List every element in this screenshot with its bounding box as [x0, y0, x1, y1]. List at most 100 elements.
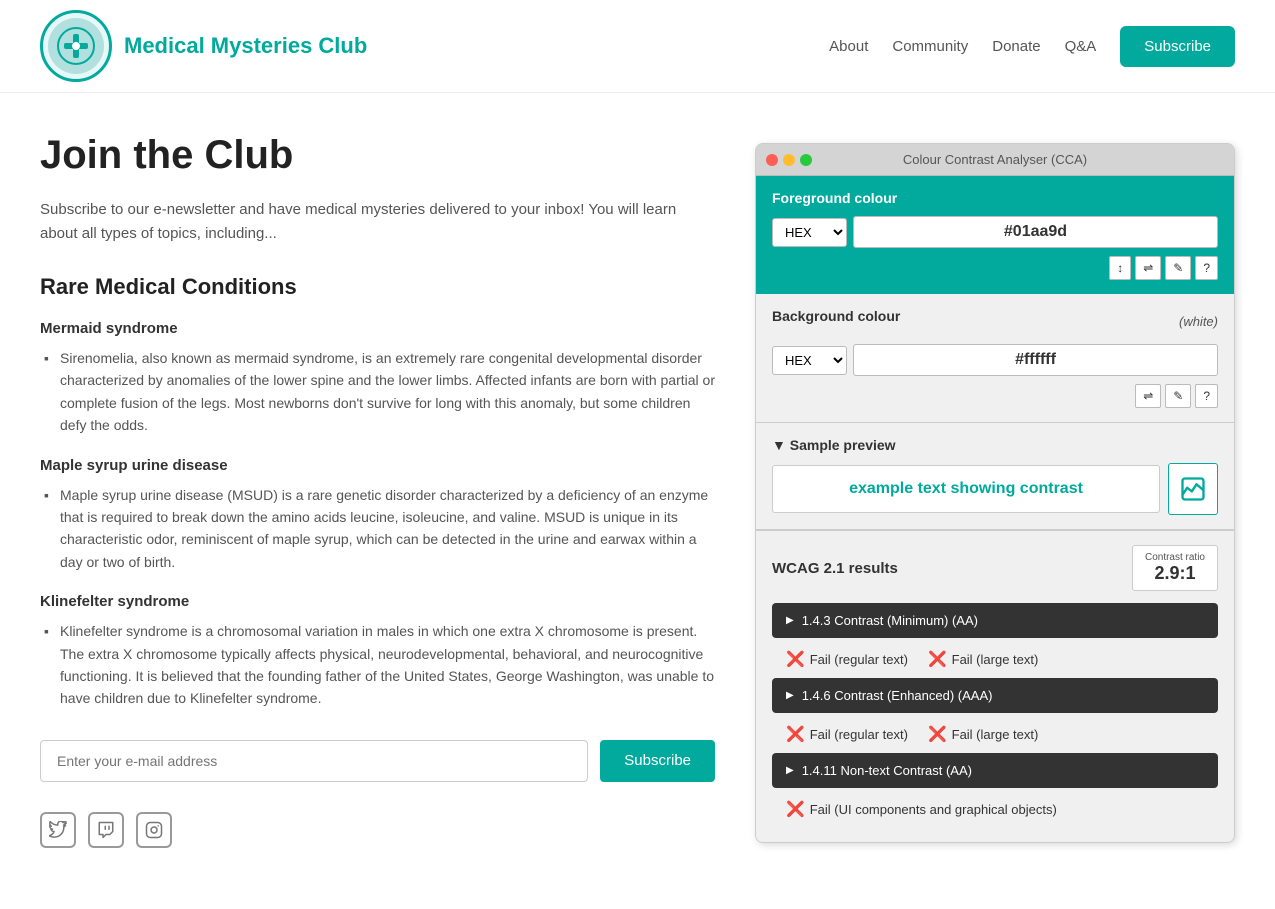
email-subscribe-row: Subscribe: [40, 740, 715, 782]
criterion-146[interactable]: ▶ 1.4.6 Contrast (Enhanced) (AAA): [772, 678, 1218, 713]
condition-2-desc: Maple syrup urine disease (MSUD) is a ra…: [40, 484, 715, 574]
fg-format-select[interactable]: HEX: [772, 218, 847, 247]
fail-icon-1: ❌: [786, 650, 805, 668]
criterion-143-result-1-label: Fail (regular text): [810, 652, 908, 667]
logo-svg: [56, 26, 96, 66]
contrast-ratio-box: Contrast ratio 2.9:1: [1132, 545, 1218, 591]
foreground-label: Foreground colour: [772, 190, 1218, 206]
criterion-146-results: ❌ Fail (regular text) ❌ Fail (large text…: [772, 719, 1218, 753]
main-container: Join the Club Subscribe to our e-newslet…: [0, 93, 1275, 888]
nav-qa[interactable]: Q&A: [1065, 38, 1097, 55]
fg-tools: ↕ ⇌ ✎ ?: [772, 256, 1218, 280]
main-nav: About Community Donate Q&A Subscribe: [829, 26, 1235, 67]
logo: [40, 10, 112, 82]
criterion-14011-results: ❌ Fail (UI components and graphical obje…: [772, 794, 1218, 828]
logo-icon: [48, 18, 104, 74]
minimize-dot[interactable]: [783, 154, 795, 166]
sample-preview-section: ▼ Sample preview example text showing co…: [756, 423, 1234, 529]
logo-area: Medical Mysteries Club: [40, 10, 367, 82]
twitter-icon[interactable]: [40, 812, 76, 848]
fail-icon-3: ❌: [786, 725, 805, 743]
contrast-ratio-value: 2.9:1: [1154, 563, 1195, 583]
condition-1: Mermaid syndrome Sirenomelia, also known…: [40, 320, 715, 437]
maximize-dot[interactable]: [800, 154, 812, 166]
criterion-14011-result-1: ❌ Fail (UI components and graphical obje…: [786, 800, 1057, 818]
section-heading: Rare Medical Conditions: [40, 274, 715, 300]
bg-tool-help[interactable]: ?: [1195, 384, 1218, 408]
header: Medical Mysteries Club About Community D…: [0, 0, 1275, 93]
contrast-ratio-label: Contrast ratio: [1145, 552, 1205, 563]
foreground-input-row: HEX: [772, 216, 1218, 248]
site-title: Medical Mysteries Club: [124, 33, 367, 59]
condition-2-title: Maple syrup urine disease: [40, 457, 715, 474]
email-input[interactable]: [40, 740, 588, 782]
page-heading: Join the Club: [40, 133, 715, 178]
sample-row: example text showing contrast: [772, 463, 1218, 515]
bg-tool-adjust[interactable]: ⇌: [1135, 384, 1161, 408]
fail-icon-5: ❌: [786, 800, 805, 818]
condition-3: Klinefelter syndrome Klinefelter syndrom…: [40, 593, 715, 710]
wcag-section: WCAG 2.1 results Contrast ratio 2.9:1 ▶ …: [756, 530, 1234, 842]
background-section: Background colour (white) HEX ⇌ ✎ ?: [756, 294, 1234, 422]
criterion-143-label: 1.4.3 Contrast (Minimum) (AA): [802, 613, 978, 628]
criterion-143-result-1: ❌ Fail (regular text): [786, 650, 908, 668]
sample-label: ▼ Sample preview: [772, 437, 1218, 453]
nav-about[interactable]: About: [829, 38, 868, 55]
criterion-146-arrow: ▶: [786, 690, 794, 701]
criterion-146-result-2: ❌ Fail (large text): [928, 725, 1038, 743]
bg-white-label: (white): [1179, 314, 1218, 329]
wcag-header-row: WCAG 2.1 results Contrast ratio 2.9:1: [772, 545, 1218, 591]
criterion-14011-label: 1.4.11 Non-text Contrast (AA): [802, 763, 972, 778]
bg-format-select[interactable]: HEX: [772, 346, 847, 375]
fg-hex-input[interactable]: [853, 216, 1218, 248]
fg-tool-swap[interactable]: ↕: [1109, 256, 1131, 280]
condition-3-title: Klinefelter syndrome: [40, 593, 715, 610]
fg-tool-adjust[interactable]: ⇌: [1135, 256, 1161, 280]
criterion-146-label: 1.4.6 Contrast (Enhanced) (AAA): [802, 688, 993, 703]
twitch-icon[interactable]: [88, 812, 124, 848]
nav-community[interactable]: Community: [892, 38, 968, 55]
condition-1-title: Mermaid syndrome: [40, 320, 715, 337]
condition-3-desc: Klinefelter syndrome is a chromosomal va…: [40, 620, 715, 710]
bg-label-row: Background colour (white): [772, 308, 1218, 334]
criterion-143-arrow: ▶: [786, 615, 794, 626]
bg-tool-pick[interactable]: ✎: [1165, 384, 1191, 408]
sample-text: example text showing contrast: [772, 465, 1160, 513]
fg-tool-help[interactable]: ?: [1195, 256, 1218, 280]
left-content: Join the Club Subscribe to our e-newslet…: [40, 133, 715, 848]
social-icons: [40, 812, 715, 848]
criterion-143[interactable]: ▶ 1.4.3 Contrast (Minimum) (AA): [772, 603, 1218, 638]
criterion-143-result-2: ❌ Fail (large text): [928, 650, 1038, 668]
close-dot[interactable]: [766, 154, 778, 166]
bg-hex-input[interactable]: [853, 344, 1218, 376]
criterion-14011[interactable]: ▶ 1.4.11 Non-text Contrast (AA): [772, 753, 1218, 788]
cca-titlebar: Colour Contrast Analyser (CCA): [756, 144, 1234, 176]
criterion-146-result-1-label: Fail (regular text): [810, 727, 908, 742]
bg-tools: ⇌ ✎ ?: [772, 384, 1218, 408]
instagram-icon[interactable]: [136, 812, 172, 848]
criterion-143-results: ❌ Fail (regular text) ❌ Fail (large text…: [772, 644, 1218, 678]
cca-title: Colour Contrast Analyser (CCA): [903, 152, 1087, 167]
intro-text: Subscribe to our e-newsletter and have m…: [40, 198, 715, 246]
criterion-14011-result-1-label: Fail (UI components and graphical object…: [810, 802, 1057, 817]
subscribe-button[interactable]: Subscribe: [600, 740, 715, 782]
background-label: Background colour: [772, 308, 900, 324]
chart-icon: [1179, 475, 1207, 503]
fg-tool-pick[interactable]: ✎: [1165, 256, 1191, 280]
condition-2: Maple syrup urine disease Maple syrup ur…: [40, 457, 715, 574]
cca-panel: Colour Contrast Analyser (CCA) Foregroun…: [755, 143, 1235, 843]
foreground-section: Foreground colour HEX ↕ ⇌ ✎ ?: [756, 176, 1234, 294]
condition-1-desc: Sirenomelia, also known as mermaid syndr…: [40, 347, 715, 437]
criterion-14011-arrow: ▶: [786, 765, 794, 776]
nav-donate[interactable]: Donate: [992, 38, 1040, 55]
criterion-143-result-2-label: Fail (large text): [952, 652, 1039, 667]
fail-icon-2: ❌: [928, 650, 947, 668]
criterion-146-result-1: ❌ Fail (regular text): [786, 725, 908, 743]
cca-window-controls: [766, 154, 812, 166]
header-subscribe-button[interactable]: Subscribe: [1120, 26, 1235, 67]
wcag-title: WCAG 2.1 results: [772, 560, 898, 577]
sample-chart-button[interactable]: [1168, 463, 1218, 515]
criterion-146-result-2-label: Fail (large text): [952, 727, 1039, 742]
fail-icon-4: ❌: [928, 725, 947, 743]
background-input-row: HEX: [772, 344, 1218, 376]
